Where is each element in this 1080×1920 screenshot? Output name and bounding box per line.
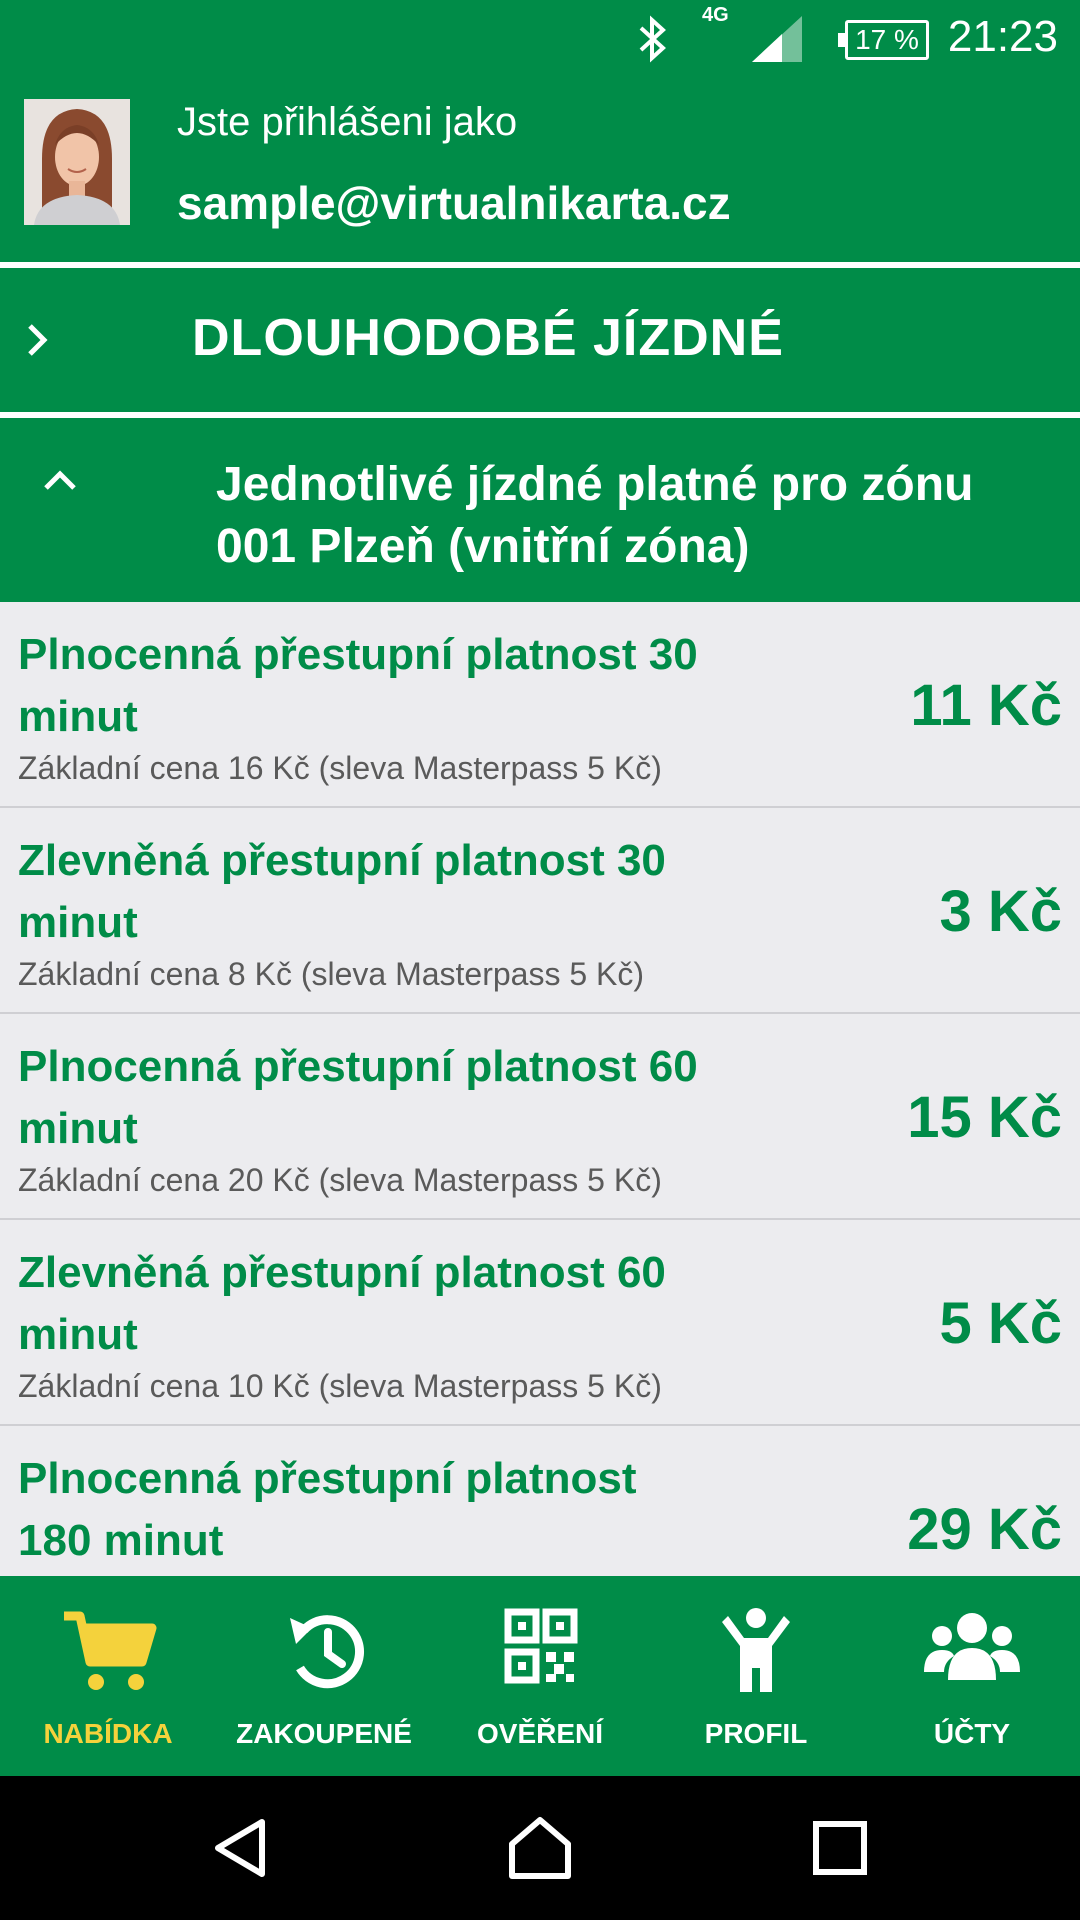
home-icon[interactable] [504,1812,576,1884]
ticket-price: 5 Kč [939,1291,1062,1356]
nav-nabidka[interactable]: NABÍDKA [0,1576,216,1776]
nav-label: NABÍDKA [43,1718,173,1749]
nav-profil[interactable]: PROFIL [648,1576,864,1776]
status-bar: 4G 17 % 21:23 [0,0,1080,80]
history-icon [290,1615,364,1689]
battery-icon: 17 % [838,20,929,60]
qr-code-icon [504,1608,578,1684]
nav-label: ÚČTY [933,1718,1011,1749]
ticket-name: Zlevněná přestupní platnost 60 minut [18,1248,666,1359]
ticket-item[interactable]: Zlevněná přestupní platnost 60 minut Zák… [0,1220,1080,1426]
bottom-navigation: NABÍDKA ZAKOUPENÉ OVĚŘENÍ PROFIL ÚČTY [0,1576,1080,1776]
nav-label: PROFIL [704,1718,808,1749]
section-long-term[interactable]: DLOUHODOBÉ JÍZDNÉ [0,268,1080,412]
system-navigation-bar [0,1776,1080,1920]
ticket-item[interactable]: Plnocenná přestupní platnost 30 minut Zá… [0,602,1080,808]
network-type: 4G [702,4,729,26]
ticket-price: 11 Kč [910,673,1062,738]
section-single-tickets[interactable]: Jednotlivé jízdné platné pro zónu 001 Pl… [0,418,1080,602]
chevron-up-icon [44,470,76,490]
person-icon [722,1608,790,1692]
ticket-item[interactable]: Zlevněná přestupní platnost 30 minut Zák… [0,808,1080,1014]
ticket-name: Zlevněná přestupní platnost 30 minut [18,836,666,947]
ticket-name: Plnocenná přestupní platnost 60 minut [18,1042,698,1153]
ticket-base-price: Základní cena 20 Kč (sleva Masterpass 5 … [18,1162,662,1198]
logged-in-label: Jste přihlášeni jako [177,100,518,144]
status-time: 21:23 [947,12,1058,61]
chevron-right-icon [28,324,48,356]
ticket-base-price: Základní cena 16 Kč (sleva Masterpass 5 … [18,750,662,786]
nav-label: OVĚŘENÍ [476,1718,604,1749]
ticket-list[interactable]: Plnocenná přestupní platnost 30 minut Zá… [0,602,1080,1576]
section-long-term-title: DLOUHODOBÉ JÍZDNÉ [192,309,784,367]
ticket-price: 3 Kč [939,879,1062,944]
ticket-name: Plnocenná přestupní platnost 180 minut [18,1454,637,1565]
battery-level: 17 % [855,24,919,55]
ticket-name: Plnocenná přestupní platnost 30 minut [18,630,698,741]
nav-label: ZAKOUPENÉ [236,1718,412,1749]
recents-icon[interactable] [804,1812,876,1884]
account-header: Jste přihlášeni jako sample@virtualnikar… [0,80,1080,262]
bluetooth-icon [639,15,666,63]
back-icon[interactable] [206,1812,278,1884]
ticket-base-price: Základní cena 10 Kč (sleva Masterpass 5 … [18,1368,662,1404]
ticket-item[interactable]: Plnocenná přestupní platnost 60 minut Zá… [0,1014,1080,1220]
nav-zakoupene[interactable]: ZAKOUPENÉ [216,1576,432,1776]
ticket-price: 15 Kč [907,1085,1062,1150]
ticket-price: 29 Kč [907,1497,1062,1562]
avatar-image [24,99,130,225]
signal-icon [752,16,802,62]
nav-ucty[interactable]: ÚČTY [864,1576,1080,1776]
avatar[interactable] [24,99,130,225]
cart-icon [64,1611,157,1690]
user-email: sample@virtualnikarta.cz [177,177,731,229]
section-single-tickets-title: Jednotlivé jízdné platné pro zónu 001 Pl… [216,458,974,573]
ticket-base-price: Základní cena 8 Kč (sleva Masterpass 5 K… [18,956,645,992]
group-icon [924,1613,1020,1680]
nav-overeni[interactable]: OVĚŘENÍ [432,1576,648,1776]
ticket-item[interactable]: Plnocenná přestupní platnost 180 minut 2… [0,1426,1080,1576]
